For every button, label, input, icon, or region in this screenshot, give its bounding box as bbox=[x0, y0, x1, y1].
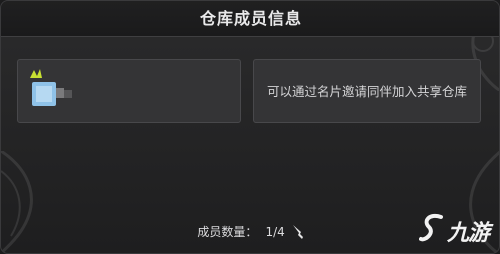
watermark-text: 九游 bbox=[447, 221, 490, 246]
title-bar: 仓库成员信息 bbox=[1, 1, 499, 37]
member-count-value: 1/4 bbox=[265, 224, 285, 239]
member-avatar bbox=[26, 68, 82, 116]
invite-card[interactable]: 可以通过名片邀请同伴加入共享仓库 bbox=[253, 59, 481, 123]
blurred-avatar-icon bbox=[30, 69, 72, 106]
warehouse-members-panel: 仓库成员信息 可以通过名片邀请同伴加入共享仓库 成员数量： 1/4 九游 bbox=[0, 0, 500, 254]
page-title: 仓库成员信息 bbox=[199, 9, 302, 28]
invite-hint-text: 可以通过名片邀请同伴加入共享仓库 bbox=[266, 84, 467, 99]
watermark: 九游 bbox=[419, 211, 490, 246]
member-card[interactable] bbox=[17, 59, 241, 123]
quill-pen-icon bbox=[292, 224, 303, 239]
crown-icon bbox=[30, 69, 42, 78]
member-count-label: 成员数量： bbox=[197, 225, 258, 239]
swirl-logo-icon bbox=[419, 214, 443, 242]
